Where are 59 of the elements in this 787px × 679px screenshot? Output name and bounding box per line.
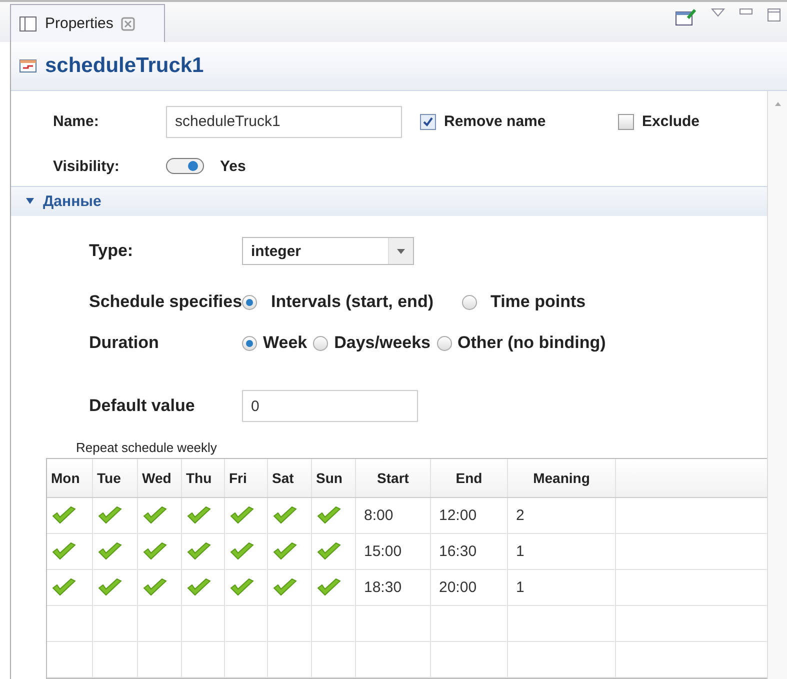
checkbox[interactable]: [420, 114, 436, 130]
maximize-icon[interactable]: [767, 8, 781, 22]
table-cell: 18:30: [356, 570, 431, 605]
radio-label: Week: [263, 333, 308, 353]
radio-label: Other (no binding): [458, 333, 606, 353]
radio-button[interactable]: [436, 336, 452, 350]
column-header[interactable]: Start: [356, 459, 431, 497]
radio-button[interactable]: [242, 336, 257, 350]
column-header[interactable]: Thu: [182, 459, 225, 497]
column-header[interactable]: End: [431, 459, 508, 497]
checkbox-label: Exclude: [642, 113, 700, 130]
table-cell: 12:00: [431, 498, 508, 533]
radio-label: Intervals (start, end): [271, 292, 434, 312]
panel-icon: [19, 16, 37, 32]
radio-label: Time points: [490, 292, 586, 312]
dropdown-arrow-icon: [397, 248, 405, 254]
default-value-field[interactable]: 0: [242, 390, 418, 422]
object-title: scheduleTruck1: [45, 54, 204, 78]
column-header[interactable]: Meaning: [508, 459, 616, 497]
close-icon[interactable]: [121, 16, 136, 30]
pin-icon[interactable]: [675, 8, 697, 26]
column-header[interactable]: Fri: [225, 459, 268, 497]
name-field[interactable]: scheduleTruck1: [166, 106, 402, 138]
table-cell: 2: [508, 498, 616, 533]
scroll-up-icon: [774, 101, 782, 107]
toggle-label: Yes: [220, 158, 246, 175]
field-label: Duration: [88, 333, 160, 353]
checkbox[interactable]: [618, 114, 634, 130]
column-header[interactable]: Mon: [47, 459, 93, 497]
field-label: Visibility:: [53, 158, 120, 175]
section-header[interactable]: Данные: [11, 186, 767, 216]
radio-button[interactable]: [242, 294, 257, 310]
table-cell: 16:30: [431, 534, 508, 569]
radio-button[interactable]: [462, 294, 476, 310]
schedule-icon: [19, 59, 37, 73]
column-header[interactable]: Wed: [138, 459, 182, 497]
radio-label: Days/weeks: [334, 333, 431, 353]
scrollbar[interactable]: [767, 91, 787, 679]
table-cell: 1: [508, 534, 616, 569]
type-dropdown[interactable]: integer: [242, 237, 414, 265]
table-cell: 20:00: [431, 570, 508, 605]
toggle-switch[interactable]: [166, 158, 204, 174]
table-caption: Repeat schedule weekly: [75, 439, 218, 457]
checkbox-label: Remove name: [444, 113, 546, 130]
table-cell: 1: [508, 570, 616, 605]
view-menu-icon[interactable]: [711, 8, 725, 18]
radio-button[interactable]: [313, 336, 328, 350]
field-label: Default value: [88, 396, 196, 416]
properties-tab[interactable]: Properties: [10, 4, 165, 42]
field-label: Type:: [88, 241, 134, 261]
minimize-icon[interactable]: [739, 8, 753, 16]
table-cell: 8:00: [356, 498, 431, 533]
field-label: Schedule specifies: [88, 292, 242, 312]
table-cell: 15:00: [356, 534, 431, 569]
expand-icon: [25, 197, 35, 206]
column-header[interactable]: Sun: [312, 459, 356, 497]
column-header[interactable]: Tue: [93, 459, 138, 497]
field-label: Name:: [53, 113, 100, 130]
column-header[interactable]: Sat: [268, 459, 312, 497]
